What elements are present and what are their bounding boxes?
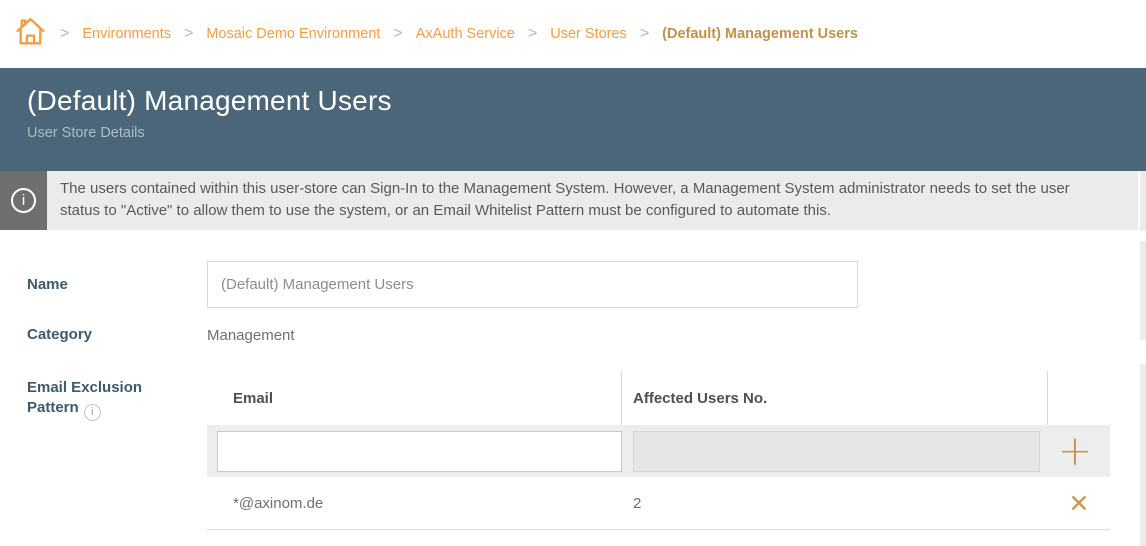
new-email-pattern-input[interactable] [217, 431, 622, 472]
name-input[interactable] [207, 261, 858, 308]
name-field-row: Name [0, 261, 1146, 308]
home-button[interactable] [14, 14, 47, 54]
page-title: (Default) Management Users [27, 85, 1146, 117]
pattern-affected-users-value: 2 [622, 495, 1048, 512]
breadcrumb-item-user-stores[interactable]: User Stores [550, 26, 627, 42]
email-exclusion-help-icon[interactable]: i [84, 404, 101, 421]
column-header-email: Email [207, 371, 622, 425]
affected-users-input-disabled [633, 431, 1040, 472]
name-label: Name [27, 276, 68, 293]
breadcrumb-separator-icon: > [60, 25, 69, 43]
page-header: (Default) Management Users User Store De… [0, 68, 1146, 171]
breadcrumb: > Environments > Mosaic Demo Environment… [0, 0, 1146, 68]
scrollbar-gap [1140, 340, 1146, 364]
info-icon: i [11, 188, 36, 213]
info-banner: i The users contained within this user-s… [0, 171, 1138, 230]
email-exclusion-table: Email Affected Users No. + *@axinom.de 2… [207, 371, 1110, 530]
add-pattern-button[interactable]: + [1057, 436, 1092, 466]
pattern-email-value: *@axinom.de [207, 495, 622, 512]
breadcrumb-separator-icon: > [393, 25, 402, 43]
breadcrumb-separator-icon: > [184, 25, 193, 43]
user-store-details-page: > Environments > Mosaic Demo Environment… [0, 0, 1146, 546]
category-field-row: Category Management [0, 325, 1146, 345]
info-banner-icon-box: i [0, 171, 47, 230]
column-header-affected-users: Affected Users No. [622, 371, 1048, 425]
info-banner-text: The users contained within this user-sto… [47, 171, 1138, 230]
home-icon [14, 14, 47, 54]
scrollbar-gap [1140, 231, 1146, 241]
email-exclusion-label-line2: Pattern [27, 399, 79, 416]
breadcrumb-current-page: (Default) Management Users [662, 26, 858, 42]
table-header-row: Email Affected Users No. [207, 371, 1110, 425]
column-header-actions [1048, 371, 1110, 425]
breadcrumb-item-axauth-service[interactable]: AxAuth Service [416, 26, 515, 42]
email-exclusion-row: Email Exclusion Pattern i Email Affected … [0, 371, 1146, 530]
breadcrumb-item-environments[interactable]: Environments [82, 26, 171, 42]
email-exclusion-label-line1: Email Exclusion [27, 378, 207, 398]
category-label: Category [27, 326, 92, 343]
category-value: Management [207, 327, 295, 344]
remove-pattern-button[interactable]: ✕ [1069, 491, 1090, 516]
page-subtitle: User Store Details [27, 125, 1146, 141]
table-row: *@axinom.de 2 ✕ [207, 477, 1110, 530]
breadcrumb-item-mosaic-demo-environment[interactable]: Mosaic Demo Environment [206, 26, 380, 42]
breadcrumb-separator-icon: > [528, 25, 537, 43]
new-pattern-row: + [207, 425, 1110, 477]
breadcrumb-separator-icon: > [640, 25, 649, 43]
